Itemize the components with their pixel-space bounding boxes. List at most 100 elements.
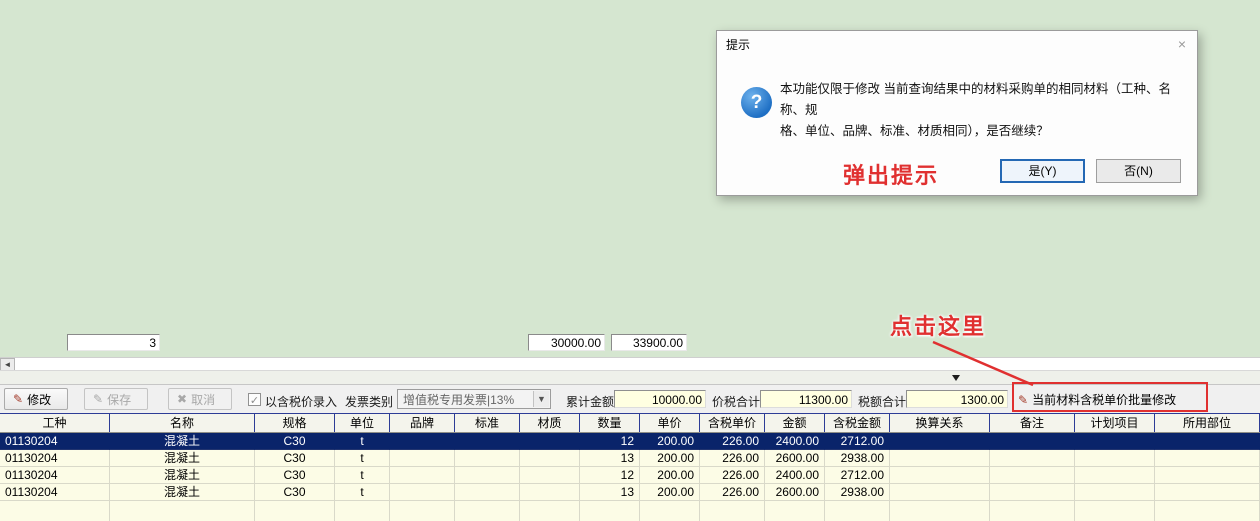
annotation-popup-note: 弹出提示	[843, 158, 939, 190]
table-cell: 200.00	[640, 450, 700, 467]
table-cell	[990, 467, 1075, 484]
checkmark-icon: ✓	[250, 395, 259, 407]
table-cell	[1155, 467, 1260, 484]
question-glyph: ?	[751, 92, 763, 113]
pen-icon: ✎	[13, 393, 23, 405]
column-header[interactable]: 金额	[765, 414, 825, 432]
dialog-message: 本功能仅限于修改 当前查询结果中的材料采购单的相同材料（工种、名称、规 格、单位…	[780, 79, 1188, 142]
column-header[interactable]: 含税金额	[825, 414, 890, 432]
column-header[interactable]: 换算关系	[890, 414, 990, 432]
invoice-type-select[interactable]: 增值税专用发票|13% ▼	[397, 389, 551, 409]
column-header[interactable]: 含税单价	[700, 414, 765, 432]
column-header[interactable]: 单位	[335, 414, 390, 432]
table-cell	[455, 501, 520, 521]
table-cell	[390, 433, 455, 450]
cancel-icon: ✖	[177, 393, 187, 405]
dialog-message-line1: 本功能仅限于修改 当前查询结果中的材料采购单的相同材料（工种、名称、规	[780, 79, 1188, 121]
table-row[interactable]: 01130204混凝土C30t13200.00226.002600.002938…	[0, 484, 1260, 501]
table-cell	[890, 433, 990, 450]
annotation-highlight-box	[1012, 382, 1208, 412]
table-cell: 200.00	[640, 433, 700, 450]
dialog-titlebar[interactable]: 提示 ×	[717, 31, 1197, 57]
modify-button[interactable]: ✎ 修改	[4, 388, 68, 410]
table-cell	[890, 450, 990, 467]
column-header[interactable]: 工种	[0, 414, 110, 432]
column-header[interactable]: 数量	[580, 414, 640, 432]
table-cell: 12	[580, 433, 640, 450]
table-cell: 2600.00	[765, 484, 825, 501]
price-tax-total-label: 价税合计	[712, 393, 760, 410]
table-cell: 226.00	[700, 484, 765, 501]
table-cell: t	[335, 484, 390, 501]
column-header[interactable]: 单价	[640, 414, 700, 432]
table-cell: 13	[580, 484, 640, 501]
table-cell: 01130204	[0, 450, 110, 467]
table-cell	[455, 467, 520, 484]
table-cell	[990, 484, 1075, 501]
grid-body: 01130204混凝土C30t12200.00226.002400.002712…	[0, 433, 1260, 521]
table-cell: 01130204	[0, 467, 110, 484]
table-cell	[580, 501, 640, 521]
tax-price-entry-label: 以含税价录入	[265, 393, 337, 410]
column-header[interactable]: 所用部位	[1155, 414, 1260, 432]
price-tax-total-field[interactable]: 11300.00	[760, 390, 852, 408]
table-cell: 混凝土	[110, 450, 255, 467]
table-cell: 01130204	[0, 433, 110, 450]
table-cell: 12	[580, 467, 640, 484]
table-cell: 200.00	[640, 467, 700, 484]
table-cell	[1155, 450, 1260, 467]
chevron-down-icon: ▼	[533, 391, 549, 407]
close-icon[interactable]: ×	[1167, 36, 1197, 52]
table-cell	[255, 501, 335, 521]
dialog-title: 提示	[726, 36, 750, 53]
column-header[interactable]: 规格	[255, 414, 335, 432]
table-cell	[455, 433, 520, 450]
yes-button[interactable]: 是(Y)	[1000, 159, 1085, 183]
invoice-type-value: 增值税专用发票|13%	[403, 391, 514, 408]
tax-price-entry-checkbox[interactable]: ✓	[248, 393, 261, 406]
save-button[interactable]: ✎ 保存	[84, 388, 148, 410]
table-cell	[1075, 484, 1155, 501]
table-cell	[455, 450, 520, 467]
invoice-type-label: 发票类别	[345, 393, 393, 410]
save-icon: ✎	[93, 393, 103, 405]
table-cell: 2938.00	[825, 450, 890, 467]
cancel-button[interactable]: ✖ 取消	[168, 388, 232, 410]
column-header[interactable]: 材质	[520, 414, 580, 432]
cumulative-amount-label: 累计金额	[566, 393, 614, 410]
cumulative-amount-field[interactable]: 10000.00	[614, 390, 706, 408]
table-cell	[1155, 433, 1260, 450]
table-cell	[1075, 467, 1155, 484]
table-cell: 13	[580, 450, 640, 467]
message-dialog: 提示 × ? 本功能仅限于修改 当前查询结果中的材料采购单的相同材料（工种、名称…	[716, 30, 1198, 196]
table-cell	[520, 433, 580, 450]
table-cell: 混凝土	[110, 484, 255, 501]
table-cell	[1155, 501, 1260, 521]
table-row[interactable]: 01130204混凝土C30t13200.00226.002600.002938…	[0, 450, 1260, 467]
table-cell: 混凝土	[110, 433, 255, 450]
table-cell	[520, 501, 580, 521]
table-row[interactable]: 01130204混凝土C30t12200.00226.002400.002712…	[0, 467, 1260, 484]
arrow-left-icon: ◄	[4, 360, 12, 369]
horizontal-scrollbar[interactable]: ◄	[0, 357, 1260, 370]
table-cell	[335, 501, 390, 521]
modify-button-label: 修改	[27, 391, 51, 408]
column-header[interactable]: 品牌	[390, 414, 455, 432]
table-cell	[825, 501, 890, 521]
no-button[interactable]: 否(N)	[1096, 159, 1181, 183]
column-header[interactable]: 计划项目	[1075, 414, 1155, 432]
empty-row[interactable]	[0, 501, 1260, 521]
record-count-field: 3	[67, 334, 160, 351]
tax-amount-field[interactable]: 1300.00	[906, 390, 1008, 408]
table-cell	[390, 484, 455, 501]
column-header[interactable]: 备注	[990, 414, 1075, 432]
table-cell	[890, 484, 990, 501]
table-cell	[990, 450, 1075, 467]
table-cell: 226.00	[700, 433, 765, 450]
grid-header-row: 工种名称规格单位品牌标准材质数量单价含税单价金额含税金额换算关系备注计划项目所用…	[0, 414, 1260, 433]
table-cell	[390, 501, 455, 521]
column-header[interactable]: 名称	[110, 414, 255, 432]
table-row[interactable]: 01130204混凝土C30t12200.00226.002400.002712…	[0, 433, 1260, 450]
column-header[interactable]: 标准	[455, 414, 520, 432]
table-cell	[0, 501, 110, 521]
